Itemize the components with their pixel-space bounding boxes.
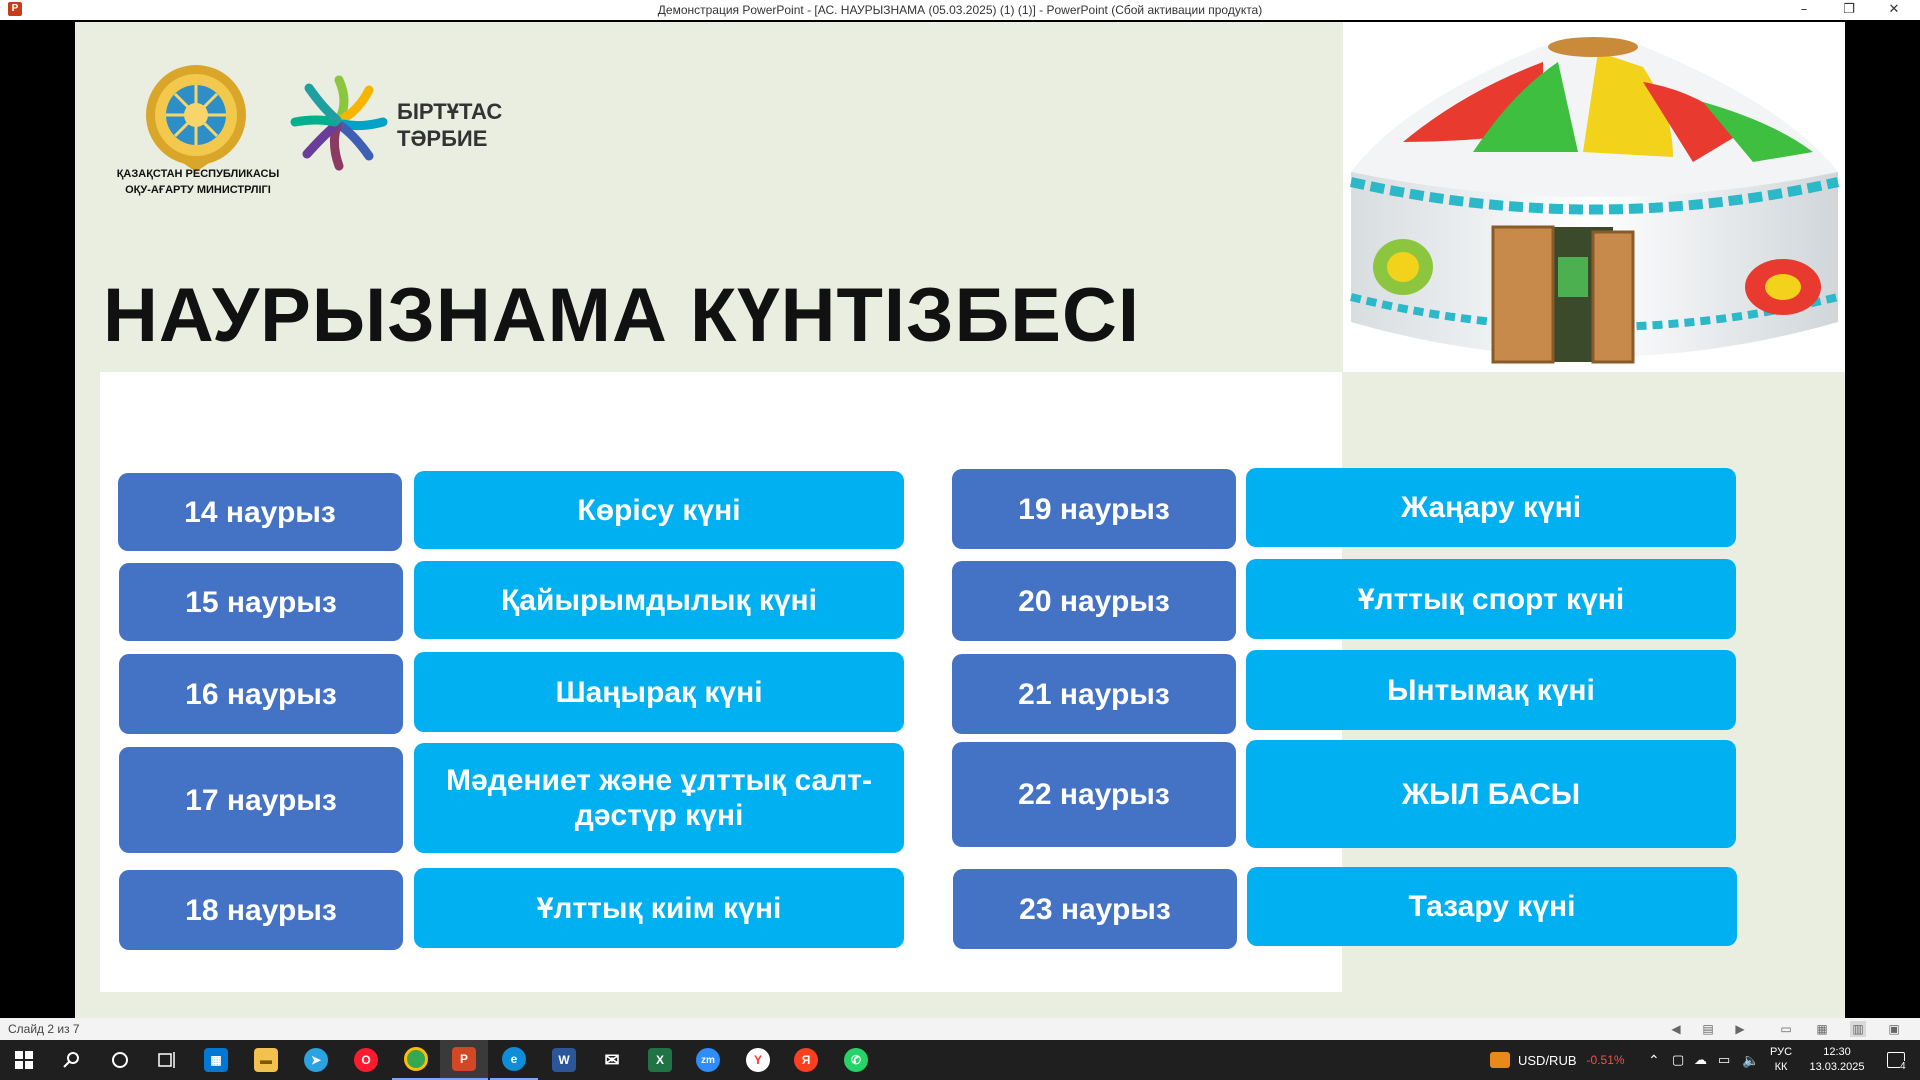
date-pill: 15 наурыз xyxy=(119,563,403,641)
show-hidden-icons-icon[interactable]: ⌃ xyxy=(1648,1040,1660,1080)
ministry-line-1: ҚАЗАҚСТАН РЕСПУБЛИКАСЫ xyxy=(116,168,280,180)
excel-icon[interactable]: X xyxy=(636,1040,684,1080)
event-pill: Жаңару күні xyxy=(1246,468,1736,547)
currency-widget[interactable]: USD/RUB -0.51% xyxy=(1490,1040,1625,1080)
birtutas-wordmark: БІРТҰТАС ТӘРБИЕ xyxy=(397,98,502,152)
slide-canvas[interactable]: ҚАЗАҚСТАН РЕСПУБЛИКАСЫ ОҚУ-АҒАРТУ МИНИСТ… xyxy=(75,22,1845,1018)
zoom-icon[interactable]: zm xyxy=(684,1040,732,1080)
opera-icon[interactable]: O xyxy=(342,1040,390,1080)
network-icon[interactable]: ▭ xyxy=(1718,1040,1730,1080)
event-pill: ЖЫЛ БАСЫ xyxy=(1246,740,1736,848)
date-pill: 20 наурыз xyxy=(952,561,1236,641)
word-icon[interactable]: W xyxy=(540,1040,588,1080)
yandex-browser-icon[interactable]: Y xyxy=(734,1040,782,1080)
ministry-line-2: ОҚУ-АҒАРТУ МИНИСТРЛІГІ xyxy=(125,184,271,196)
event-pill: Тазару күні xyxy=(1247,867,1737,946)
event-pill: Көрісу күні xyxy=(414,471,904,549)
event-pill: Қайырымдылық күні xyxy=(414,561,904,639)
previous-slide-icon[interactable]: ◀ xyxy=(1668,1021,1684,1037)
event-pill: Мәдениет және ұлттық салт-дәстүр күні xyxy=(414,743,904,853)
date-pill: 17 наурыз xyxy=(119,747,403,853)
task-view-icon[interactable] xyxy=(144,1040,192,1080)
cortana-icon[interactable] xyxy=(96,1040,144,1080)
currency-pair: USD/RUB xyxy=(1518,1052,1577,1068)
search-icon[interactable] xyxy=(48,1040,96,1080)
chrome-icon[interactable] xyxy=(392,1040,440,1080)
reading-view-icon[interactable]: ▥ xyxy=(1850,1021,1866,1037)
notification-count: 4 xyxy=(1900,1061,1906,1072)
powerpoint-icon[interactable]: P xyxy=(440,1040,488,1080)
taskbar: ▦ ▬ ➤ O P e W ✉ X zm Y Я ✆ USD/RUB -0.51… xyxy=(0,1040,1920,1080)
slide-sorter-icon[interactable]: ▦ xyxy=(1814,1021,1830,1037)
slideshow-icon[interactable]: ▣ xyxy=(1886,1021,1902,1037)
date-pill: 14 наурыз xyxy=(118,473,402,551)
event-pill: Ынтымақ күні xyxy=(1246,650,1736,730)
language-indicator[interactable]: РУС КК xyxy=(1770,1040,1792,1080)
restore-icon[interactable]: ❐ xyxy=(1829,0,1869,20)
currency-change: -0.51% xyxy=(1586,1053,1625,1067)
mail-icon[interactable]: ✉ xyxy=(588,1040,636,1080)
event-pill: Шаңырақ күні xyxy=(414,652,904,732)
date-pill: 19 наурыз xyxy=(952,469,1236,549)
date-pill: 23 наурыз xyxy=(953,869,1237,949)
date-pill: 22 наурыз xyxy=(952,742,1236,847)
clock-time: 12:30 xyxy=(1823,1046,1851,1058)
birtutas-logo-icon xyxy=(290,75,388,171)
date-pill: 16 наурыз xyxy=(119,654,403,734)
file-explorer-icon[interactable]: ▬ xyxy=(242,1040,290,1080)
tray-app-icon[interactable]: ▢ xyxy=(1672,1040,1684,1080)
event-pill: Ұлттық спорт күні xyxy=(1246,559,1736,639)
onedrive-icon[interactable]: ☁ xyxy=(1694,1040,1707,1080)
yandex-icon[interactable]: Я xyxy=(782,1040,830,1080)
windows-start-icon[interactable] xyxy=(0,1040,48,1080)
language-line-2: КК xyxy=(1774,1061,1788,1073)
brand-line-2: ТӘРБИЕ xyxy=(397,126,488,151)
yurt-illustration-icon xyxy=(1349,37,1840,364)
event-pill: Ұлттық киім күні xyxy=(414,868,904,948)
currency-icon xyxy=(1490,1052,1510,1068)
kazakhstan-emblem-icon xyxy=(146,65,246,172)
edge-icon[interactable]: e xyxy=(490,1040,538,1080)
minimize-icon[interactable]: – xyxy=(1784,0,1824,20)
slide-menu-icon[interactable]: ▤ xyxy=(1700,1021,1716,1037)
store-icon[interactable]: ▦ xyxy=(192,1040,240,1080)
status-bar: Слайд 2 из 7 ◀ ▤ ▶ ▭ ▦ ▥ ▣ xyxy=(0,1018,1920,1040)
close-icon[interactable]: ✕ xyxy=(1874,0,1914,20)
date-pill: 18 наурыз xyxy=(119,870,403,950)
clock-date: 13.03.2025 xyxy=(1809,1061,1865,1073)
date-pill: 21 наурыз xyxy=(952,654,1236,734)
clock[interactable]: 12:30 13.03.2025 xyxy=(1806,1040,1868,1080)
window-title: Демонстрация PowerPoint - [АС. НАУРЫЗНАМ… xyxy=(657,3,1263,17)
language-line-1: РУС xyxy=(1770,1046,1793,1058)
whatsapp-icon[interactable]: ✆ xyxy=(832,1040,880,1080)
slide-indicator: Слайд 2 из 7 xyxy=(8,1022,80,1036)
notification-center-icon[interactable]: 4 xyxy=(1876,1040,1916,1080)
next-slide-icon[interactable]: ▶ xyxy=(1732,1021,1748,1037)
telegram-icon[interactable]: ➤ xyxy=(292,1040,340,1080)
brand-line-1: БІРТҰТАС xyxy=(397,99,503,124)
yurt-image xyxy=(1343,22,1845,372)
ministry-caption: ҚАЗАҚСТАН РЕСПУБЛИКАСЫ ОҚУ-АҒАРТУ МИНИСТ… xyxy=(113,166,283,198)
slide-title: НАУРЫЗНАМА КҮНТІЗБЕСІ xyxy=(103,273,1140,358)
window-title-bar: P Демонстрация PowerPoint - [АС. НАУРЫЗН… xyxy=(0,0,1920,20)
normal-view-icon[interactable]: ▭ xyxy=(1778,1021,1794,1037)
volume-icon[interactable]: 🔈 xyxy=(1742,1040,1759,1080)
